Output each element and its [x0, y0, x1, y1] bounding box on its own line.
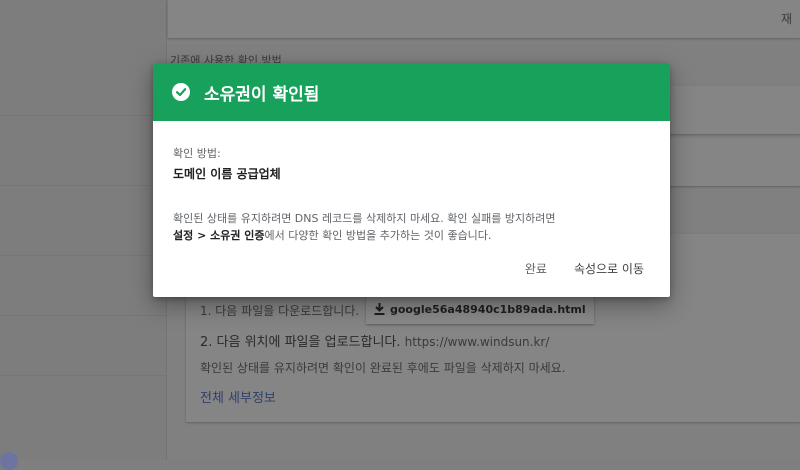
full-details-link[interactable]: 전체 세부정보	[200, 387, 276, 406]
dialog-title: 소유권이 확인됨	[204, 84, 320, 105]
sidebar-divider	[0, 185, 166, 186]
done-button[interactable]: 완료	[525, 260, 547, 277]
avatar[interactable]	[0, 452, 18, 470]
settings-path: 설정 > 소유권 인증	[173, 229, 265, 242]
step2-row: 2. 다음 위치에 파일을 업로드합니다. https://www.windsu…	[200, 331, 549, 350]
method-value: 도메인 이름 공급업체	[173, 167, 281, 181]
dialog-message: 확인된 상태를 유지하려면 DNS 레코드를 삭제하지 마세요. 확인 실패를 …	[173, 210, 650, 244]
top-card: 재	[168, 0, 800, 38]
check-circle-icon	[172, 83, 190, 101]
step2-url: https://www.windsun.kr/	[404, 335, 550, 349]
dialog-header: 소유권이 확인됨	[153, 63, 670, 121]
method-label: 확인 방법:	[173, 147, 221, 160]
ownership-verified-dialog: 소유권이 확인됨 확인 방법: 도메인 이름 공급업체 확인된 상태를 유지하려…	[153, 63, 670, 297]
step2-label: 2. 다음 위치에 파일을 업로드합니다.	[200, 335, 401, 350]
dialog-body: 확인 방법: 도메인 이름 공급업체 확인된 상태를 유지하려면 DNS 레코드…	[153, 121, 670, 244]
sidebar-divider	[0, 315, 166, 316]
go-to-property-button[interactable]: 속성으로 이동	[574, 260, 644, 277]
step1-text: 1. 다음 파일을 다운로드합니다.	[200, 304, 360, 318]
top-right-text: 재	[780, 12, 792, 26]
message-part2: 에서 다양한 확인 방법을 추가하는 것이 좋습니다.	[264, 229, 492, 242]
sidebar-divider	[0, 255, 166, 256]
download-icon	[374, 303, 385, 315]
download-file-button[interactable]: google56a48940c1b89ada.html	[366, 294, 594, 324]
dialog-actions: 완료 속성으로 이동	[525, 260, 644, 277]
sidebar-divider	[0, 375, 166, 376]
download-filename: google56a48940c1b89ada.html	[390, 302, 586, 316]
message-part1: 확인된 상태를 유지하려면 DNS 레코드를 삭제하지 마세요. 확인 실패를 …	[173, 212, 556, 225]
sidebar-divider	[0, 115, 166, 116]
sidebar	[0, 0, 167, 460]
keep-file-note: 확인된 상태를 유지하려면 확인이 완료된 후에도 파일을 삭제하지 마세요.	[200, 361, 566, 375]
